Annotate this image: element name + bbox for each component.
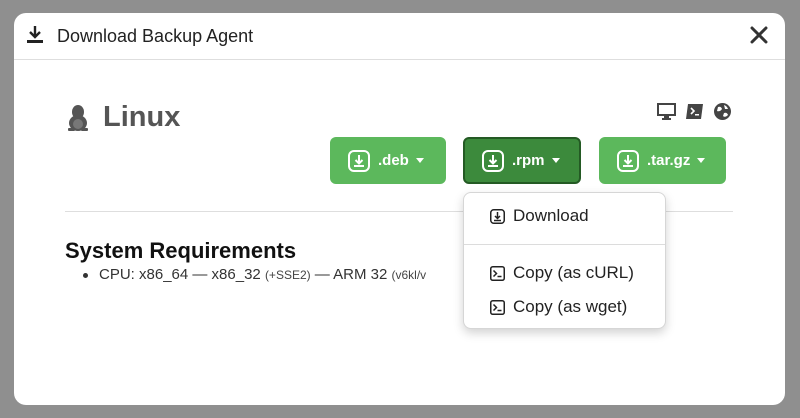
dialog-title: Download Backup Agent <box>57 26 254 46</box>
caret-down-icon <box>551 158 560 163</box>
rpm-dropdown-menu: Download Copy (as cURL) Copy (as wget) <box>463 192 666 329</box>
menu-item-copy-curl[interactable]: Copy (as cURL) <box>490 263 634 283</box>
download-box-icon <box>490 208 505 224</box>
menu-item-label: Copy (as cURL) <box>513 263 634 282</box>
globe-icon[interactable] <box>713 102 732 121</box>
terminal-icon[interactable] <box>685 102 704 121</box>
menu-item-label: Copy (as wget) <box>513 297 628 316</box>
cpu-note: (v6kl/v <box>391 268 427 282</box>
download-box-icon <box>348 149 370 172</box>
platform-switcher <box>657 102 732 121</box>
targz-download-button[interactable]: .tar.gz <box>599 137 726 184</box>
targz-button-label: .tar.gz <box>647 152 691 169</box>
download-box-icon <box>617 149 639 172</box>
menu-item-download[interactable]: Download <box>490 206 589 226</box>
terminal-box-icon <box>490 299 505 315</box>
os-title: Linux <box>103 101 181 133</box>
list-item: CPU: x86_64 — x86_32 (+SSE2) — ARM 32 (v… <box>82 266 427 283</box>
requirements-title: System Requirements <box>65 238 297 263</box>
dialog-header: Download Backup Agent <box>14 13 785 60</box>
deb-button-label: .deb <box>378 152 409 169</box>
menu-divider <box>464 244 665 245</box>
download-icon <box>27 26 43 43</box>
caret-down-icon <box>697 158 706 163</box>
deb-download-button[interactable]: .deb <box>330 137 446 184</box>
cpu-text-mid: — ARM 32 <box>310 266 392 283</box>
requirements-list: CPU: x86_64 — x86_32 (+SSE2) — ARM 32 (v… <box>82 266 427 283</box>
os-heading: Linux <box>65 101 180 134</box>
cpu-text: CPU: x86_64 — x86_32 <box>99 266 265 283</box>
menu-item-copy-wget[interactable]: Copy (as wget) <box>490 297 627 317</box>
close-icon[interactable] <box>749 25 769 45</box>
penguin-icon <box>68 104 88 131</box>
cpu-note: (+SSE2) <box>264 268 311 282</box>
rpm-button-label: .rpm <box>512 152 545 169</box>
menu-item-label: Download <box>513 206 589 225</box>
download-dialog: Download Backup Agent Linux .deb .rpm .t… <box>14 13 785 405</box>
rpm-download-button[interactable]: .rpm <box>463 137 581 184</box>
download-box-icon <box>482 149 504 172</box>
monitor-icon[interactable] <box>657 102 676 121</box>
terminal-box-icon <box>490 265 505 281</box>
caret-down-icon <box>415 158 424 163</box>
